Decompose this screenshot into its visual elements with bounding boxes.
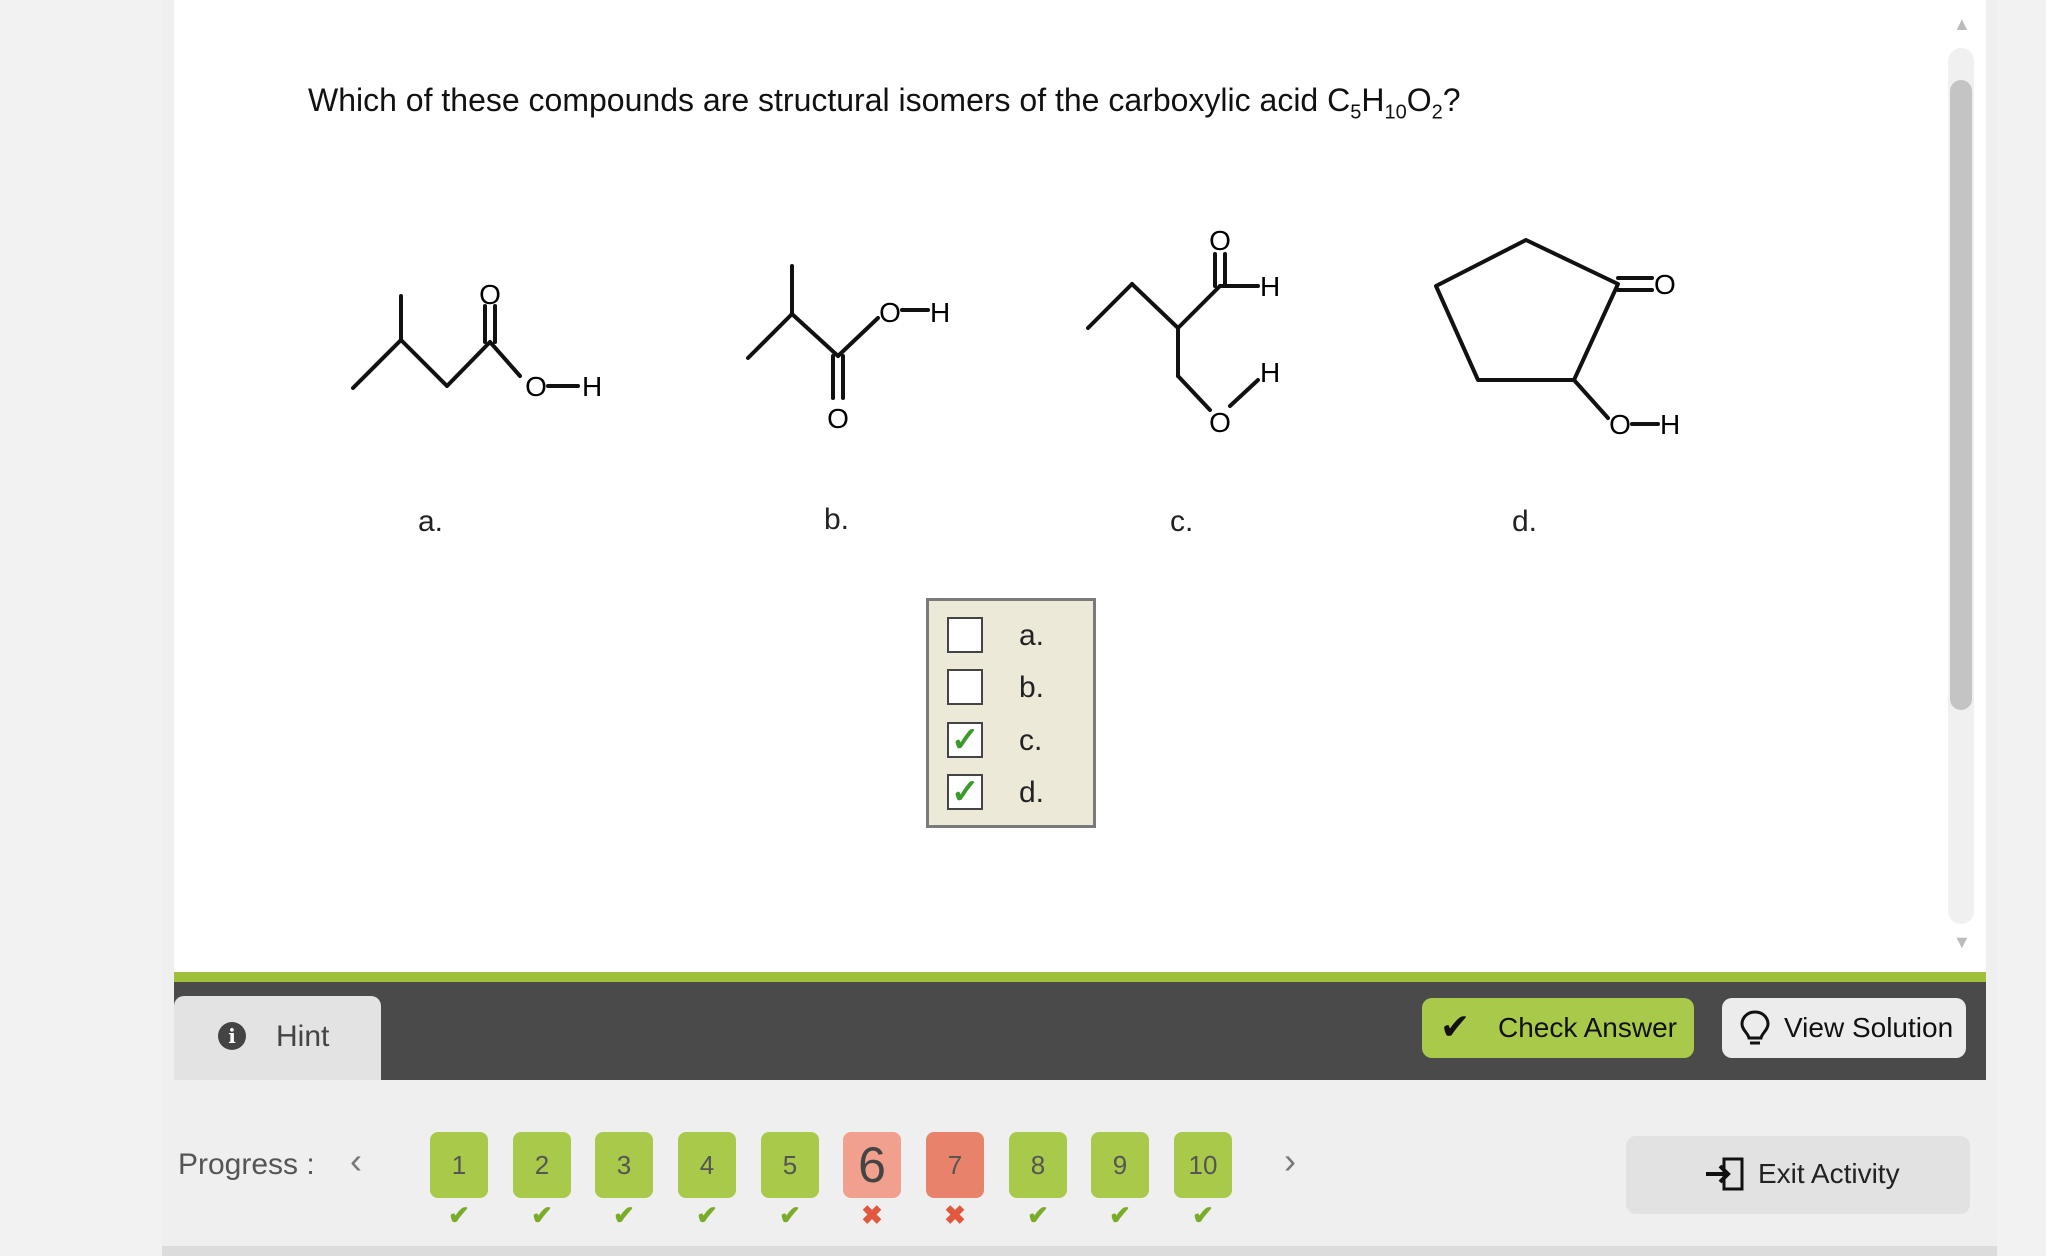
- svg-text:O: O: [479, 279, 501, 310]
- correct-icon: ✔: [613, 1200, 635, 1230]
- svg-text:H: H: [582, 371, 602, 402]
- view-solution-button[interactable]: View Solution: [1722, 998, 1966, 1058]
- structure-label-b: b.: [824, 503, 850, 536]
- answer-choice-label: b.: [1019, 671, 1045, 704]
- exit-activity-label: Exit Activity: [1758, 1158, 1900, 1189]
- check-answer-label: Check Answer: [1498, 1012, 1677, 1043]
- progress-item-9[interactable]: 9: [1091, 1132, 1149, 1198]
- answer-choice-b[interactable]: b.: [947, 669, 1087, 709]
- check-mark-icon: ✓: [951, 721, 980, 759]
- progress-item-5[interactable]: 5: [761, 1132, 819, 1198]
- svg-text:O: O: [879, 297, 901, 328]
- progress-label: Progress :: [178, 1148, 315, 1181]
- svg-text:H: H: [1260, 271, 1280, 302]
- correct-icon: ✔: [531, 1200, 553, 1230]
- answer-choice-label: a.: [1019, 619, 1045, 652]
- checkmark-icon: ✔: [1440, 1006, 1471, 1047]
- incorrect-icon: ✖: [861, 1200, 883, 1230]
- correct-icon: ✔: [779, 1200, 801, 1230]
- correct-icon: ✔: [1109, 1200, 1131, 1230]
- svg-text:H: H: [1260, 357, 1280, 388]
- question-text: Which of these compounds are structural …: [308, 82, 1461, 124]
- structure-d: O O H: [1420, 210, 1700, 450]
- incorrect-icon: ✖: [944, 1200, 966, 1230]
- answer-choice-c[interactable]: ✓ c.: [947, 721, 1087, 762]
- structure-a: O O H: [340, 210, 620, 450]
- toolbar-accent-bar: [174, 972, 1986, 982]
- answer-choice-label: d.: [1019, 776, 1045, 809]
- hint-button[interactable]: i Hint: [174, 996, 381, 1080]
- check-answer-button[interactable]: ✔ Check Answer: [1422, 998, 1694, 1058]
- action-toolbar: [174, 982, 1986, 1080]
- checkbox-a[interactable]: [947, 617, 983, 653]
- checkbox-d[interactable]: ✓: [947, 773, 983, 811]
- structure-label-d: d.: [1512, 505, 1538, 538]
- progress-next-arrow-icon[interactable]: ›: [1284, 1140, 1296, 1182]
- correct-icon: ✔: [448, 1200, 470, 1230]
- progress-item-7[interactable]: 7: [926, 1132, 984, 1198]
- hint-label: Hint: [276, 1020, 330, 1053]
- svg-text:O: O: [1654, 269, 1676, 300]
- correct-icon: ✔: [1027, 1200, 1049, 1230]
- svg-text:H: H: [1660, 409, 1680, 440]
- view-solution-label: View Solution: [1784, 1012, 1954, 1043]
- bottom-border: [162, 1246, 1997, 1256]
- progress-item-6[interactable]: 6: [843, 1132, 901, 1198]
- svg-text:O: O: [1209, 407, 1231, 438]
- correct-icon: ✔: [696, 1200, 718, 1230]
- progress-item-8[interactable]: 8: [1009, 1132, 1067, 1198]
- answer-choice-label: c.: [1019, 724, 1043, 757]
- svg-text:O: O: [1209, 225, 1231, 256]
- answer-choices-box: a. b. ✓ c. ✓ d.: [926, 598, 1096, 828]
- progress-item-3[interactable]: 3: [595, 1132, 653, 1198]
- progress-item-1[interactable]: 1: [430, 1132, 488, 1198]
- answer-choice-d[interactable]: ✓ d.: [947, 773, 1087, 814]
- structure-c: O H O H: [1080, 210, 1340, 450]
- lightbulb-icon: [1740, 1010, 1770, 1051]
- structure-label-a: a.: [418, 505, 444, 538]
- structure-label-c: c.: [1170, 505, 1194, 538]
- correct-icon: ✔: [1192, 1200, 1214, 1230]
- svg-text:O: O: [1609, 409, 1631, 440]
- progress-prev-arrow-icon[interactable]: ‹: [350, 1140, 362, 1182]
- svg-text:O: O: [525, 371, 547, 402]
- exit-door-icon: [1704, 1156, 1746, 1197]
- scroll-down-arrow-icon[interactable]: ▼: [1953, 932, 1971, 953]
- svg-text:H: H: [930, 297, 950, 328]
- scroll-up-arrow-icon[interactable]: ▲: [1953, 14, 1971, 35]
- check-mark-icon: ✓: [951, 773, 980, 811]
- info-icon: i: [218, 1022, 246, 1050]
- scrollbar-thumb[interactable]: [1950, 80, 1972, 710]
- answer-choice-a[interactable]: a.: [947, 617, 1087, 657]
- progress-item-10[interactable]: 10: [1174, 1132, 1232, 1198]
- checkbox-b[interactable]: [947, 669, 983, 705]
- structure-b: O H O: [730, 210, 990, 450]
- progress-item-2[interactable]: 2: [513, 1132, 571, 1198]
- checkbox-c[interactable]: ✓: [947, 721, 983, 759]
- progress-item-4[interactable]: 4: [678, 1132, 736, 1198]
- svg-text:O: O: [827, 403, 849, 434]
- exit-activity-button[interactable]: Exit Activity: [1626, 1136, 1970, 1214]
